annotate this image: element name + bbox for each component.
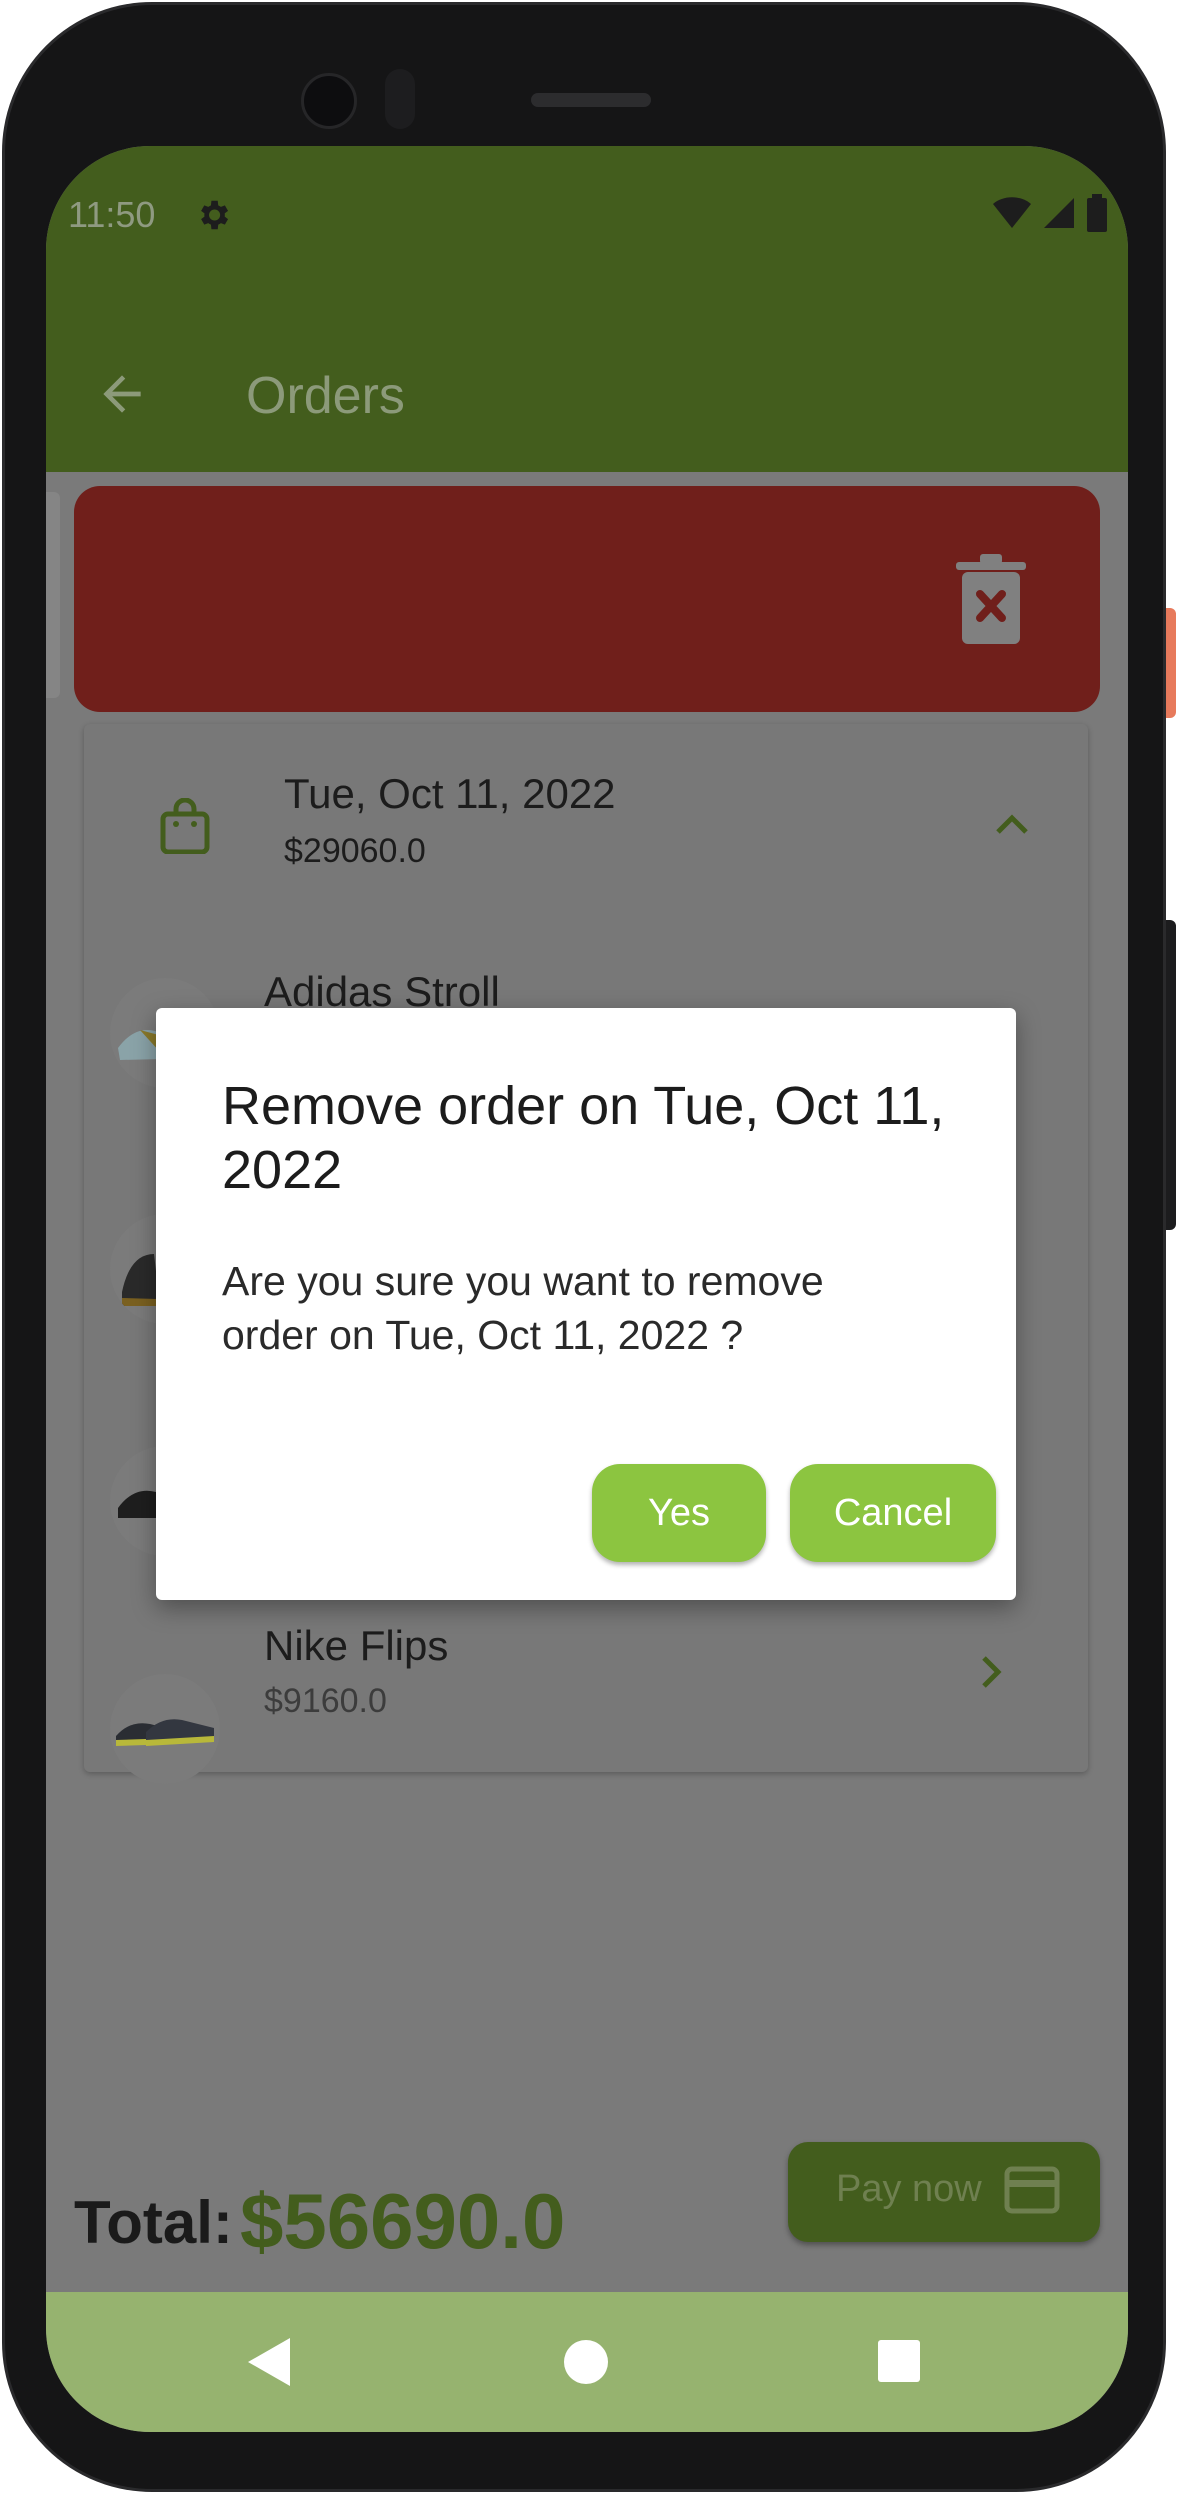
power-button <box>1166 608 1176 718</box>
yes-button[interactable]: Yes <box>592 1464 766 1562</box>
screen: 11:50 Orders Tue, Oct 11, 2022 $29060.0 … <box>46 146 1128 2432</box>
item-price: $9160.0 <box>264 1682 387 1720</box>
delete-trash-icon <box>956 554 1026 644</box>
dialog-title: Remove order on Tue, Oct 11, 2022 <box>222 1076 945 1200</box>
status-time: 11:50 <box>68 194 156 235</box>
shopping-bag-icon <box>160 798 210 854</box>
speaker-grille <box>531 93 651 107</box>
wifi-icon <box>993 197 1031 228</box>
total-value: $56690.0 <box>240 2177 566 2265</box>
settings-gear-icon <box>201 200 229 230</box>
chevron-right-icon[interactable] <box>976 1652 1006 1692</box>
navigation-bar <box>46 2292 1128 2432</box>
chevron-up-icon[interactable] <box>992 808 1032 838</box>
order-total: $29060.0 <box>284 832 426 870</box>
total-label: Total: <box>74 2189 233 2256</box>
nav-home-icon[interactable] <box>564 2340 608 2384</box>
battery-icon <box>1087 194 1107 232</box>
nav-back-icon[interactable] <box>246 2336 292 2388</box>
dialog-message: Are you sure you want to remove order on… <box>222 1258 824 1358</box>
page-title: Orders <box>246 367 405 425</box>
sensor <box>385 69 415 129</box>
back-arrow-icon[interactable] <box>94 366 150 422</box>
pay-now-label: Pay now <box>836 2168 982 2210</box>
order-date: Tue, Oct 11, 2022 <box>284 770 616 817</box>
item-name: Nike Flips <box>264 1622 449 1669</box>
product-thumbnail <box>110 1674 220 1784</box>
camera <box>301 73 357 129</box>
swiped-card-edge <box>46 492 60 698</box>
nav-recents-icon[interactable] <box>878 2340 920 2382</box>
pay-now-button[interactable]: Pay now <box>788 2142 1100 2242</box>
app-bar: 11:50 Orders <box>46 146 1128 472</box>
credit-card-icon <box>1004 2166 1060 2214</box>
volume-button <box>1166 920 1176 1230</box>
swipe-delete-background <box>74 486 1100 712</box>
status-icons <box>992 194 1108 232</box>
remove-order-dialog: Remove order on Tue, Oct 11, 2022 Are yo… <box>156 1008 1016 1600</box>
cancel-button[interactable]: Cancel <box>790 1464 996 1562</box>
cellular-signal-icon <box>1044 198 1074 228</box>
